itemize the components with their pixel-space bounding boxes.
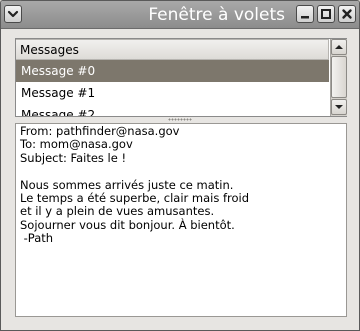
list-item[interactable]: Message #2 xyxy=(16,104,329,116)
message-line: From: pathfinder@nasa.gov xyxy=(20,124,180,138)
scroll-down-button[interactable] xyxy=(331,99,347,115)
message-line: Sojourner vous dit bonjour. À bientôt. xyxy=(20,217,235,232)
message-list[interactable]: Messages Message #0 Message #1 Message #… xyxy=(15,38,347,117)
list-body: Message #0 Message #1 Message #2 xyxy=(16,60,329,116)
maximize-button[interactable] xyxy=(317,5,335,23)
minimize-button[interactable] xyxy=(296,5,314,23)
list-column-header[interactable]: Messages xyxy=(16,39,329,60)
list-item[interactable]: Message #0 xyxy=(16,60,329,82)
window: Fenêtre à volets Messages Message #0 Mes… xyxy=(0,0,360,331)
message-line: To: mom@nasa.gov xyxy=(20,137,133,152)
message-line: -Path xyxy=(20,231,54,246)
splitter-grip[interactable] xyxy=(168,118,192,121)
window-menu-button[interactable] xyxy=(4,5,22,23)
list-item[interactable]: Message #1 xyxy=(16,82,329,104)
message-line: et il y a plein de vues amusantes. xyxy=(20,204,215,219)
message-line: Subject: Faites le ! xyxy=(20,150,127,165)
scroll-up-button[interactable] xyxy=(331,39,347,55)
message-body[interactable]: From: pathfinder@nasa.gov To: mom@nasa.g… xyxy=(15,123,347,317)
message-line: Le temps a été superbe, clair mais froid xyxy=(20,190,250,205)
window-title: Fenêtre à volets xyxy=(148,5,285,25)
close-button[interactable] xyxy=(338,5,356,23)
list-scrollbar[interactable] xyxy=(330,39,347,116)
message-line: Nous sommes arrivés juste ce matin. xyxy=(20,177,234,192)
scrollbar-thumb[interactable] xyxy=(331,56,347,98)
message-line xyxy=(20,165,342,178)
title-bar[interactable]: Fenêtre à volets xyxy=(1,1,359,29)
